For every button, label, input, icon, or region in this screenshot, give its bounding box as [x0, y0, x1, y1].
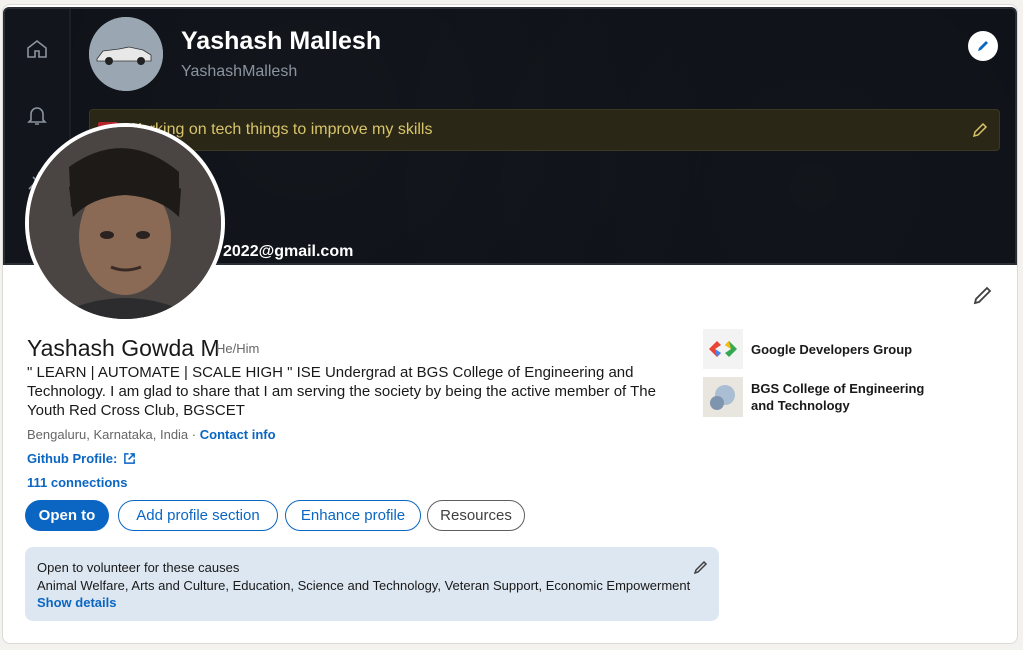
enhance-profile-button[interactable]: Enhance profile — [285, 500, 421, 531]
edit-banner-button[interactable] — [968, 31, 998, 61]
github-avatar — [89, 17, 163, 91]
profile-photo-image — [29, 127, 221, 319]
add-profile-section-button[interactable]: Add profile section — [118, 500, 278, 531]
profile-name: Yashash Gowda M — [27, 335, 220, 361]
resources-button[interactable]: Resources — [427, 500, 525, 531]
connections-link[interactable]: 111 connections — [27, 475, 127, 490]
education-name: BGS College of Engineering and Technolog… — [751, 381, 925, 413]
profile-photo[interactable] — [25, 123, 225, 323]
profile-card: Yashash Mallesh YashashMallesh Working o… — [2, 4, 1018, 644]
profile-pronouns: He/Him — [216, 341, 260, 356]
edit-intro-button[interactable] — [971, 283, 995, 307]
github-username: YashashMallesh — [181, 63, 298, 80]
experience-name: Google Developers Group — [751, 341, 913, 357]
profile-location: Bengaluru, Karnataka, India · — [27, 427, 200, 442]
github-display-name: Yashash Mallesh — [181, 27, 382, 55]
contact-info-link[interactable]: Contact info — [200, 427, 276, 442]
show-details-link[interactable]: Show details — [37, 595, 116, 610]
open-to-button[interactable]: Open to — [25, 500, 109, 531]
github-profile-link[interactable]: Github Profile: — [27, 451, 136, 466]
volunteer-causes-card: Open to volunteer for these causes Anima… — [25, 547, 719, 621]
pencil-icon — [973, 286, 992, 305]
profile-location-line: Bengaluru, Karnataka, India · Contact in… — [27, 427, 276, 442]
education-item[interactable]: BGS College of Engineering and Technolog… — [703, 377, 951, 417]
home-icon — [25, 37, 49, 61]
github-email: 2022@gmail.com — [223, 243, 354, 260]
pencil-icon — [972, 122, 988, 138]
school-logo-icon — [703, 377, 743, 417]
bell-icon — [25, 103, 49, 127]
pencil-icon — [978, 41, 988, 51]
volunteer-title: Open to volunteer for these causes — [37, 560, 240, 575]
google-developers-logo-icon — [703, 329, 743, 369]
external-link-icon — [124, 453, 136, 464]
experience-item[interactable]: Google Developers Group — [703, 329, 912, 369]
profile-headline: " LEARN | AUTOMATE | SCALE HIGH " ISE Un… — [27, 364, 656, 419]
github-status-bar: Working on tech things to improve my ski… — [89, 109, 1000, 151]
volunteer-causes: Animal Welfare, Arts and Culture, Educat… — [37, 578, 691, 593]
pencil-icon[interactable] — [693, 559, 709, 575]
github-profile-label: Github Profile: — [27, 451, 118, 466]
